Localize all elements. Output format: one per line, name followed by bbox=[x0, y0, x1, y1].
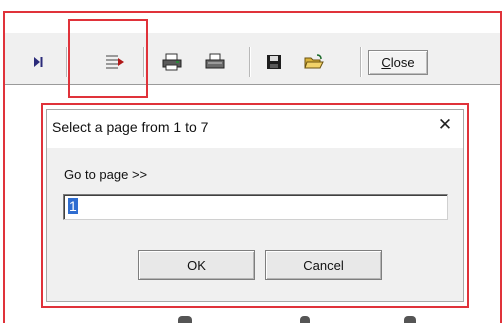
go-to-page-dialog: Select a page from 1 to 7 ✕ Go to page >… bbox=[46, 109, 464, 302]
open-folder-icon bbox=[304, 54, 324, 69]
save-button[interactable] bbox=[261, 51, 287, 73]
go-to-page-label: Go to page >> bbox=[64, 167, 148, 182]
last-page-icon bbox=[34, 57, 43, 67]
dialog-title: Select a page from 1 to 7 bbox=[52, 119, 209, 135]
toolbar-separator bbox=[249, 47, 251, 77]
close-button[interactable]: Close bbox=[368, 50, 428, 75]
cropped-glyph bbox=[300, 316, 310, 323]
print-setup-icon bbox=[162, 53, 182, 71]
close-icon: ✕ bbox=[437, 115, 453, 134]
print-button[interactable] bbox=[202, 51, 228, 73]
open-button[interactable] bbox=[301, 51, 327, 73]
dialog-body: Go to page >> 1 OK Cancel bbox=[47, 148, 463, 301]
dialog-close-button[interactable]: ✕ bbox=[435, 114, 455, 136]
page-number-value: 1 bbox=[68, 198, 78, 214]
cropped-glyph bbox=[178, 316, 192, 323]
ok-button-label: OK bbox=[187, 257, 206, 273]
close-button-mnemonic: C bbox=[381, 55, 391, 70]
toolbar-separator bbox=[360, 47, 362, 77]
ok-button[interactable]: OK bbox=[138, 250, 255, 280]
cropped-glyph bbox=[404, 316, 416, 323]
close-button-label: lose bbox=[390, 55, 415, 70]
page-number-input[interactable]: 1 bbox=[63, 194, 448, 220]
cancel-button[interactable]: Cancel bbox=[265, 250, 382, 280]
save-icon bbox=[267, 55, 281, 69]
print-icon bbox=[205, 53, 225, 69]
cancel-button-label: Cancel bbox=[303, 257, 344, 273]
last-page-button[interactable] bbox=[25, 51, 51, 73]
go-to-page-highlight bbox=[68, 19, 148, 98]
print-setup-button[interactable] bbox=[159, 51, 185, 73]
